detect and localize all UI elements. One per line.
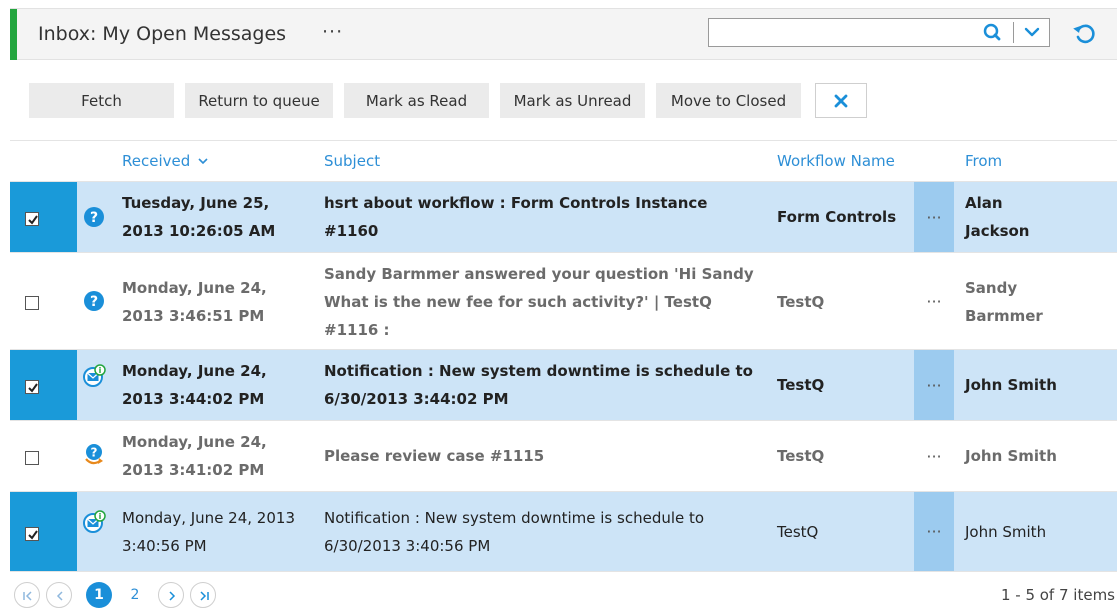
svg-text:?: ? [91, 446, 98, 460]
subject: Notification : New system downtime is sc… [324, 509, 705, 555]
row-more-button[interactable]: ··· [914, 182, 954, 252]
refresh-icon [1073, 24, 1095, 44]
next-page-button[interactable] [158, 582, 184, 608]
return-to-queue-button[interactable]: Return to queue [185, 83, 333, 118]
workflow-name: TestQ [777, 523, 819, 541]
row-check-cell [10, 492, 77, 571]
mark-as-unread-button[interactable]: Mark as Unread [500, 83, 645, 118]
page-title: Inbox: My Open Messages [38, 23, 287, 45]
sort-descending-icon [198, 158, 208, 165]
question-icon: ? [84, 207, 104, 227]
workflow-name: TestQ [777, 376, 825, 394]
from-name: John Smith [965, 447, 1057, 465]
accent-bar [10, 9, 17, 60]
subject: Please review case #1115 [324, 447, 545, 465]
subject: Sandy Barmmer answered your question 'Hi… [324, 265, 754, 339]
search-button[interactable] [973, 19, 1011, 46]
column-subject[interactable]: Subject [324, 152, 380, 170]
subject: hsrt about workflow : Form Controls Inst… [324, 194, 708, 240]
row-checkbox[interactable] [25, 451, 39, 465]
row-check-cell [10, 350, 77, 420]
column-received[interactable]: Received [122, 152, 209, 170]
checkmark-icon [28, 530, 38, 540]
row-check-cell [10, 182, 77, 252]
received-date: Tuesday, June 25, 2013 10:26:05 AM [122, 194, 276, 240]
row-more-button[interactable]: ··· [914, 350, 954, 420]
table-row[interactable]: ? Monday, June 24, 2013 3:46:51 PM Sandy … [10, 252, 1117, 349]
action-toolbar: Fetch Return to queue Mark as Read Mark … [10, 61, 1117, 140]
checkmark-icon [28, 215, 38, 225]
previous-page-button[interactable] [46, 582, 72, 608]
page-header: Inbox: My Open Messages ··· [10, 8, 1117, 60]
search-separator [1013, 22, 1014, 43]
received-date: Monday, June 24, 2013 3:44:02 PM [122, 362, 267, 408]
first-page-button[interactable] [14, 582, 40, 608]
row-more-button[interactable]: ··· [914, 253, 954, 349]
review-request-icon: ? [85, 444, 103, 465]
page-2-button[interactable]: 2 [122, 582, 148, 608]
row-checkbox[interactable] [25, 527, 39, 541]
search-icon [983, 23, 1001, 41]
fetch-button[interactable]: Fetch [29, 83, 174, 118]
column-from[interactable]: From [965, 152, 1002, 170]
column-workflow-name[interactable]: Workflow Name [777, 152, 895, 170]
checkmark-icon [28, 383, 38, 393]
from-name: John Smith [965, 376, 1057, 394]
search-box [708, 18, 1050, 47]
search-options-dropdown[interactable] [1015, 19, 1049, 46]
table-row[interactable]: i Monday, June 24, 2013 3:40:56 PM Notifi… [10, 491, 1117, 571]
chevron-right-icon [169, 591, 176, 601]
workflow-name: Form Controls [777, 208, 897, 226]
first-page-icon [23, 591, 32, 601]
notification-icon: i [83, 510, 106, 533]
clear-selection-button[interactable] [815, 83, 867, 118]
pager-info: 1 - 5 of 7 items [1000, 586, 1115, 604]
close-icon [834, 94, 848, 107]
grid-header: Received Subject Workflow Name From [10, 140, 1117, 181]
search-input[interactable] [709, 19, 971, 46]
received-date: Monday, June 24, 2013 3:40:56 PM [122, 509, 295, 555]
svg-text:i: i [99, 512, 102, 521]
row-checkbox[interactable] [25, 212, 39, 226]
page-1-button[interactable]: 1 [86, 582, 112, 608]
subject: Notification : New system downtime is sc… [324, 362, 753, 408]
workflow-name: TestQ [777, 447, 825, 465]
received-date: Monday, June 24, 2013 3:41:02 PM [122, 433, 267, 479]
received-date: Monday, June 24, 2013 3:46:51 PM [122, 279, 267, 325]
svg-text:?: ? [90, 210, 98, 226]
from-name: Alan Jackson [965, 194, 1030, 240]
move-to-closed-button[interactable]: Move to Closed [656, 83, 801, 118]
table-row[interactable]: ? Monday, June 24, 2013 3:41:02 PM Please… [10, 420, 1117, 491]
table-row[interactable]: i Monday, June 24, 2013 3:44:02 PM Notifi… [10, 349, 1117, 420]
pager: 1 2 1 - 5 of 7 items [10, 571, 1117, 614]
column-received-label: Received [122, 152, 191, 170]
svg-text:i: i [99, 366, 102, 375]
title-more-button[interactable]: ··· [322, 21, 343, 43]
from-name: John Smith [965, 523, 1047, 541]
chevron-left-icon [56, 591, 63, 601]
from-name: Sandy Barmmer [965, 279, 1043, 325]
row-more-button[interactable]: ··· [914, 421, 954, 491]
mark-as-read-button[interactable]: Mark as Read [344, 83, 489, 118]
row-checkbox[interactable] [25, 296, 39, 310]
chevron-down-icon [1024, 27, 1040, 37]
table-row[interactable]: ? Tuesday, June 25, 2013 10:26:05 AM hsrt… [10, 181, 1117, 252]
last-page-icon [200, 591, 209, 601]
last-page-button[interactable] [190, 582, 216, 608]
question-icon: ? [84, 291, 104, 311]
row-more-button[interactable]: ··· [914, 492, 954, 571]
workflow-name: TestQ [777, 293, 825, 311]
refresh-button[interactable] [1070, 19, 1100, 49]
row-checkbox[interactable] [25, 380, 39, 394]
notification-icon: i [83, 364, 106, 387]
svg-text:?: ? [90, 294, 98, 310]
